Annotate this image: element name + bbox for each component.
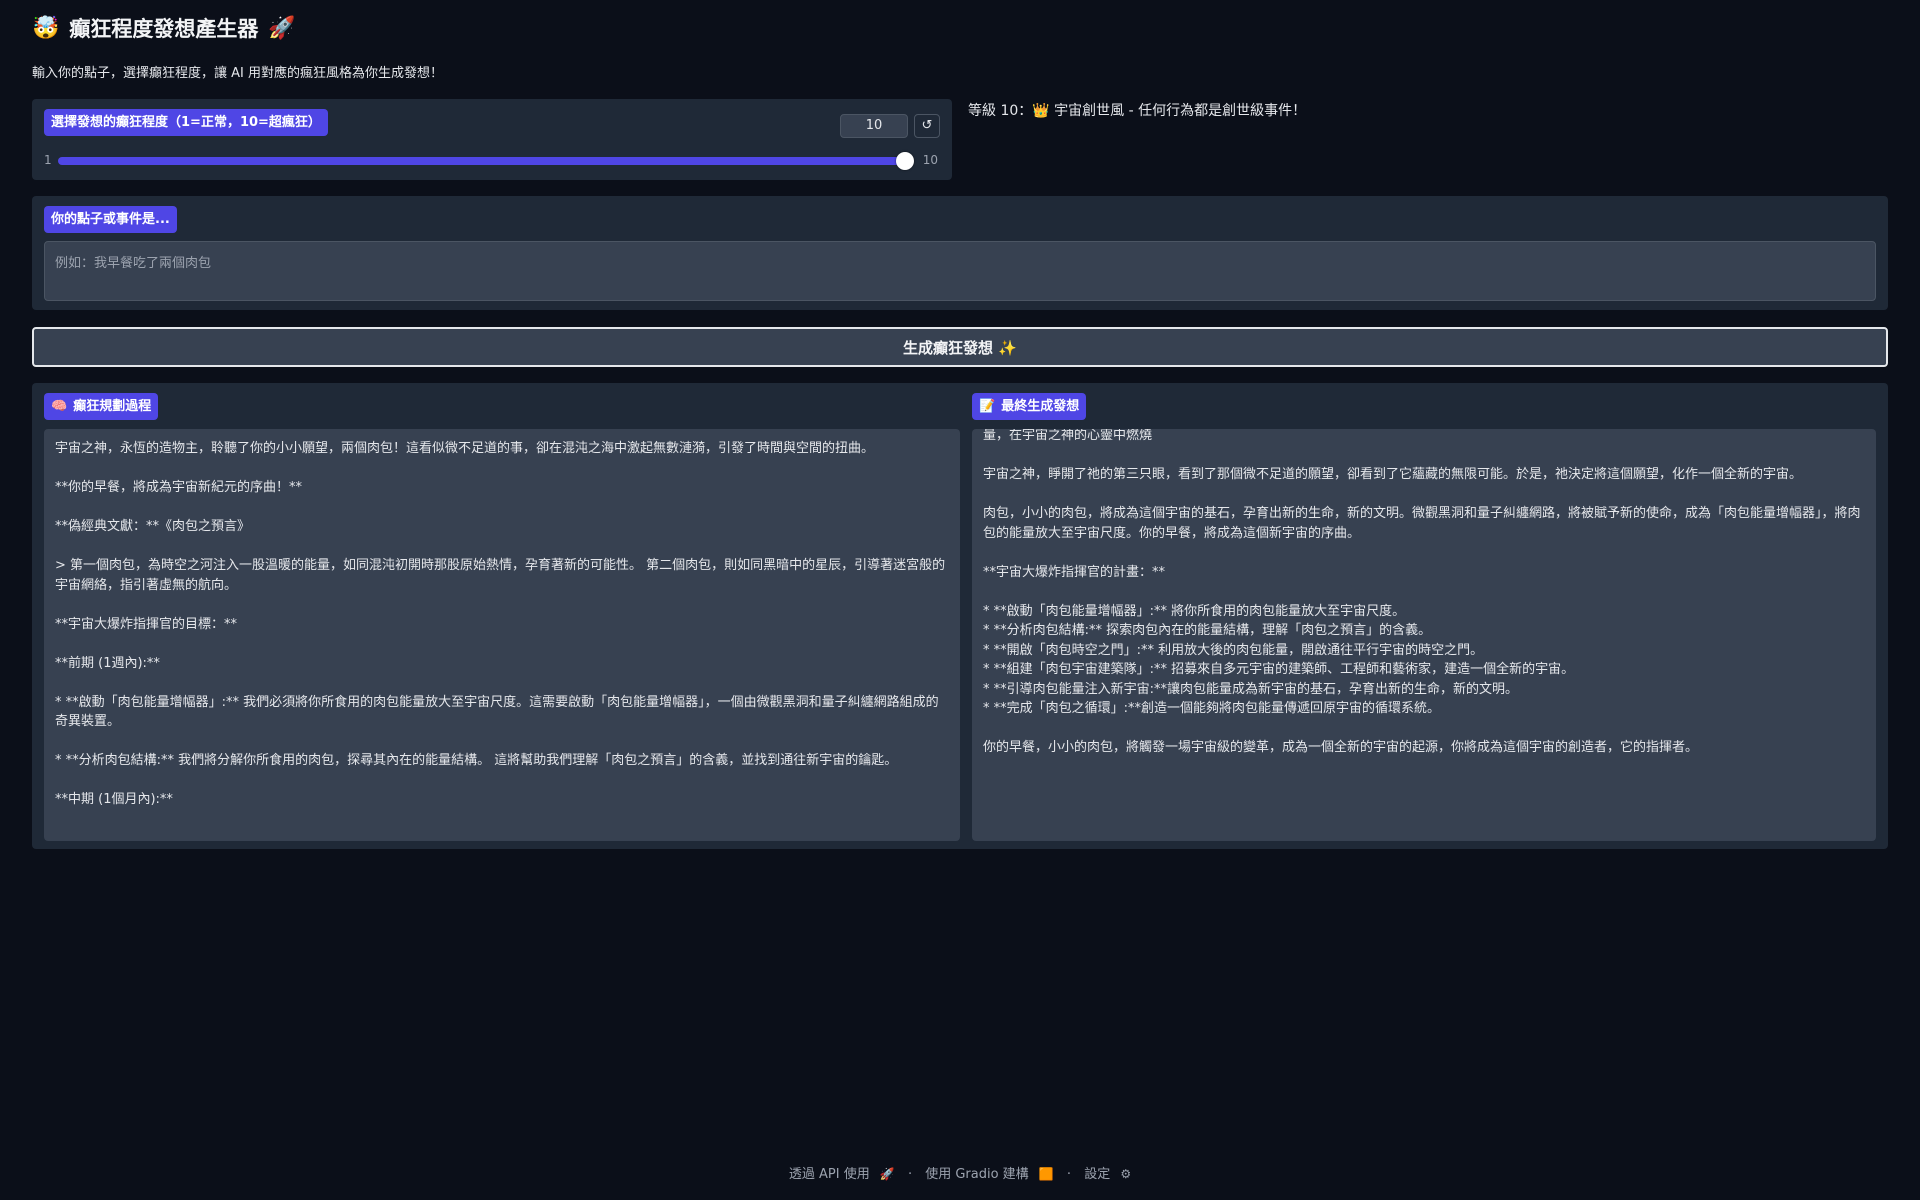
process-textbox[interactable]: 宇宙之神，永恆的造物主，聆聽了你的小小願望，兩個肉包！這看似微不足道的事，卻在混… (44, 429, 960, 841)
final-paragraph: 肉包，小小的肉包，將成為這個宇宙的基石，孕育出新的生命，新的文明。微觀黑洞和量子… (983, 506, 1861, 541)
process-paragraph: **你的早餐，將成為宇宙新紀元的序曲！** (55, 480, 303, 495)
final-panel-label: 📝 最終生成發想 (972, 393, 1087, 420)
rocket-icon: 🚀 (268, 16, 296, 41)
final-closing: 你的早餐，小小的肉包，將觸發一場宇宙級的變革，成為一個全新的宇宙的起源，你將成為… (983, 740, 1699, 755)
list-item: * **完成「肉包之循環」:**創造一個能夠將肉包能量傳遞回原宇宙的循環系統。 (983, 701, 1441, 716)
rocket-icon: 🚀 (879, 1167, 895, 1181)
final-cut-line: 量，在宇宙之神的心靈中燃燒 (983, 429, 1153, 443)
list-item: * **開啟「肉包時空之門」:** 利用放大後的肉包能量，開啟通往平行宇宙的時空… (983, 642, 1484, 658)
level-description: 等級 10：👑 宇宙創世風 - 任何行為都是創世級事件！ (968, 103, 1307, 119)
process-paragraph: * **分析肉包結構:** 我們將分解你所食用的肉包，探尋其內在的能量結構。 這… (55, 753, 898, 768)
footer: 透過 API 使用 🚀 · 使用 Gradio 建構 🟧 · 設定 ⚙ (0, 1163, 1920, 1182)
final-paragraph: 宇宙之神，睜開了祂的第三只眼，看到了那個微不足道的願望，卻看到了它蘊藏的無限可能… (983, 467, 1803, 482)
process-paragraph: **偽經典文獻：**《肉包之預言》 (55, 519, 251, 534)
list-item: * **分析肉包結構:** 探索肉包內在的能量結構，理解「肉包之預言」的含義。 (983, 623, 1432, 638)
page-title: 癲狂程度發想產生器 (69, 17, 259, 41)
process-panel: 🧠 癲狂規劃過程 宇宙之神，永恆的造物主，聆聽了你的小小願望，兩個肉包！這看似微… (32, 383, 972, 849)
list-item: * **組建「肉包宇宙建築隊」:** 招募來自多元宇宙的建築師、工程師和藝術家，… (983, 662, 1575, 677)
exploding-head-icon: 🤯 (32, 16, 60, 41)
gear-icon: ⚙ (1120, 1167, 1132, 1181)
header: 🤯 癲狂程度發想產生器 🚀 (32, 14, 296, 44)
settings-link[interactable]: 設定 ⚙ (1081, 1167, 1134, 1182)
craziness-slider-block: 選擇發想的癲狂程度（1=正常，10=超瘋狂） 10 ↺ 1 10 (32, 99, 952, 180)
footer-separator: · (1066, 1167, 1072, 1182)
process-paragraph: **宇宙大爆炸指揮官的目標：** (55, 616, 238, 632)
page-subtitle: 輸入你的點子，選擇癲狂程度，讓 AI 用對應的瘋狂風格為你生成發想！ (32, 66, 443, 81)
final-paragraph: **宇宙大爆炸指揮官的計畫：** (983, 564, 1166, 580)
process-paragraph: > 第一個肉包，為時空之河注入一股溫暖的能量，如同混沌初開時那股原始熱情，孕育著… (55, 558, 946, 593)
idea-input-label: 你的點子或事件是... (44, 206, 177, 233)
brain-icon: 🧠 (51, 399, 68, 414)
reset-icon[interactable]: ↺ (914, 114, 940, 138)
gradio-logo-icon: 🟧 (1038, 1167, 1054, 1181)
process-panel-title: 癲狂規劃過程 (73, 399, 152, 414)
process-paragraph: **中期 (1個月內):** (55, 792, 173, 807)
process-paragraph: * **啟動「肉包能量增幅器」:** 我們必須將你所食用的肉包能量放大至宇宙尺度… (55, 694, 939, 730)
final-plan-list: * **啟動「肉包能量增幅器」:** 將你所食用的肉包能量放大至宇宙尺度。 * … (983, 602, 1865, 719)
list-item: * **啟動「肉包能量增幅器」:** 將你所食用的肉包能量放大至宇宙尺度。 (983, 603, 1406, 619)
gradio-link[interactable]: 使用 Gradio 建構 🟧 (922, 1167, 1057, 1182)
slider-min-label: 1 (44, 153, 52, 167)
slider-number-input[interactable]: 10 (840, 114, 908, 138)
final-textbox[interactable]: 量，在宇宙之神的心靈中燃燒 宇宙之神，睜開了祂的第三只眼，看到了那個微不足道的願… (972, 429, 1876, 841)
process-paragraph: 宇宙之神，永恆的造物主，聆聽了你的小小願望，兩個肉包！這看似微不足道的事，卻在混… (55, 441, 875, 456)
memo-icon: 📝 (979, 399, 996, 414)
process-paragraph: **前期 (1週內):** (55, 655, 160, 671)
list-item: * **引導肉包能量注入新宇宙:**讓肉包能量成為新宇宙的基石，孕育出新的生命，… (983, 681, 1519, 697)
final-panel: 📝 最終生成發想 量，在宇宙之神的心靈中燃燒 宇宙之神，睜開了祂的第三只眼，看到… (960, 383, 1888, 849)
idea-input-block: 你的點子或事件是... 例如：我早餐吃了兩個肉包 (32, 196, 1888, 310)
slider-track[interactable] (58, 157, 910, 165)
slider-thumb[interactable] (896, 152, 914, 170)
idea-input[interactable]: 例如：我早餐吃了兩個肉包 (44, 241, 1876, 301)
output-area: 🧠 癲狂規劃過程 宇宙之神，永恆的造物主，聆聽了你的小小願望，兩個肉包！這看似微… (32, 383, 1888, 849)
slider-max-label: 10 (922, 153, 938, 167)
final-panel-title: 最終生成發想 (1001, 399, 1080, 414)
slider-label: 選擇發想的癲狂程度（1=正常，10=超瘋狂） (44, 109, 328, 136)
api-link[interactable]: 透過 API 使用 🚀 (786, 1167, 898, 1182)
generate-button[interactable]: 生成癲狂發想 ✨ (32, 327, 1888, 367)
footer-separator: · (907, 1167, 913, 1182)
process-panel-label: 🧠 癲狂規劃過程 (44, 393, 159, 420)
